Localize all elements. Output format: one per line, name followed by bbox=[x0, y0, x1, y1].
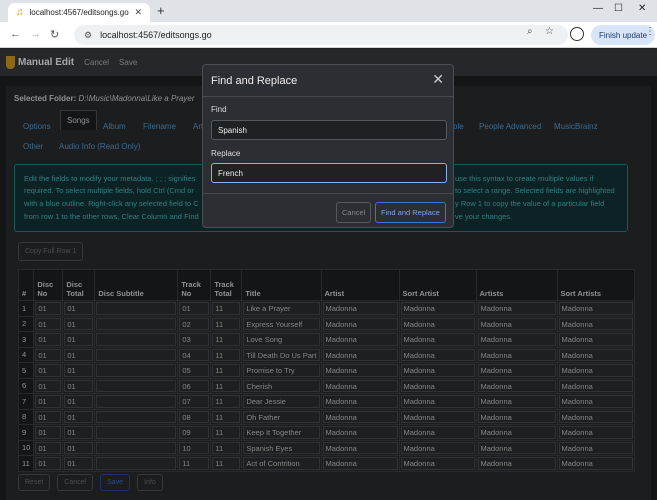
bookmark-star-icon[interactable]: ☆ bbox=[545, 26, 554, 37]
maximize-icon[interactable]: ☐ bbox=[614, 3, 623, 14]
find-label: Find bbox=[211, 105, 227, 114]
site-info-icon[interactable]: ⚙ bbox=[84, 30, 92, 41]
zoom-icon[interactable]: ⌕ bbox=[527, 26, 533, 37]
menu-icon[interactable]: ⋮ bbox=[645, 26, 655, 37]
replace-input[interactable]: French bbox=[211, 163, 447, 183]
browser-nav-bar: ← → ↻ ⚙ localhost:4567/editsongs.go ⌕ ☆ … bbox=[0, 22, 657, 48]
forward-icon[interactable]: → bbox=[30, 28, 41, 40]
address-bar-url: localhost:4567/editsongs.go bbox=[100, 30, 212, 40]
browser-tab[interactable]: ♫ localhost:4567/editsongs.go ✕ bbox=[8, 3, 150, 22]
close-tab-icon[interactable]: ✕ bbox=[134, 7, 142, 18]
new-tab-icon[interactable]: + bbox=[157, 3, 165, 18]
replace-label: Replace bbox=[211, 149, 241, 158]
dialog-cancel-button[interactable]: Cancel bbox=[336, 202, 372, 223]
find-input[interactable]: Spanish bbox=[211, 120, 447, 140]
reload-icon[interactable]: ↻ bbox=[50, 28, 59, 41]
find-and-replace-button[interactable]: Find and Replace bbox=[375, 202, 446, 223]
divider bbox=[203, 193, 453, 194]
close-icon[interactable]: ✕ bbox=[432, 71, 444, 88]
divider bbox=[203, 96, 453, 97]
back-icon[interactable]: ← bbox=[10, 28, 21, 40]
browser-tab-title: localhost:4567/editsongs.go bbox=[29, 8, 129, 17]
profile-icon[interactable] bbox=[570, 27, 584, 41]
dialog-title: Find and Replace bbox=[211, 75, 298, 87]
browser-tab-bar: ♫ localhost:4567/editsongs.go ✕ + — ☐ ✕ bbox=[0, 0, 657, 22]
music-note-icon: ♫ bbox=[16, 7, 24, 18]
minimize-icon[interactable]: — bbox=[593, 3, 603, 14]
close-window-icon[interactable]: ✕ bbox=[638, 3, 646, 14]
address-bar[interactable]: ⚙ localhost:4567/editsongs.go bbox=[74, 25, 568, 45]
find-replace-dialog: Find and Replace ✕ Find Spanish Replace … bbox=[202, 64, 454, 228]
